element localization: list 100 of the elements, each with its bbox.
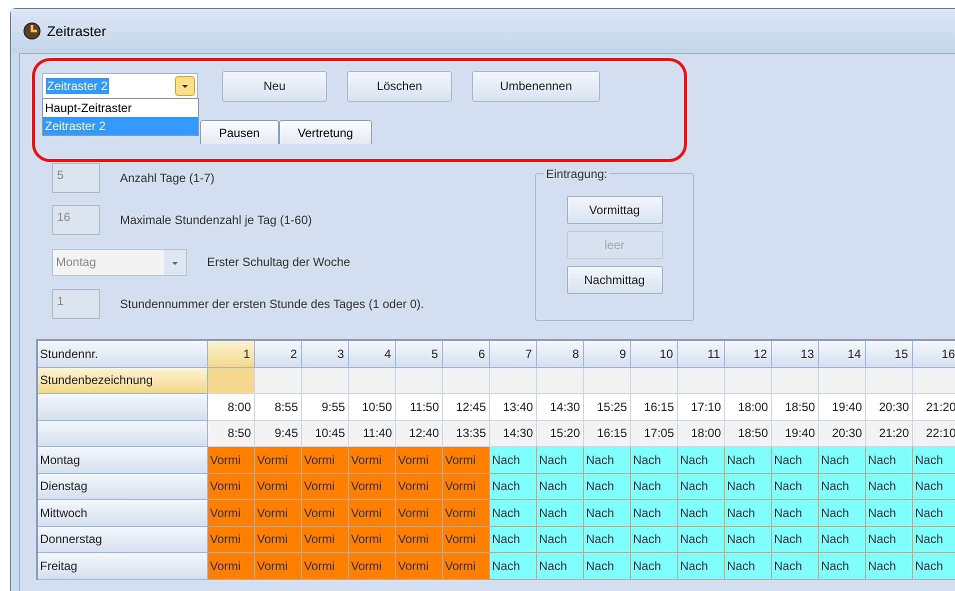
period-cell: Vormi (349, 447, 396, 474)
name-cell (772, 368, 819, 394)
period-cell: Nach (631, 500, 678, 526)
name-cell (443, 368, 490, 394)
period-cell: Vormi (443, 500, 490, 526)
period-cell: Nach (913, 500, 955, 526)
name-cell (302, 368, 349, 394)
time-cell: 11:40 (349, 420, 396, 447)
period-cell: Vormi (302, 447, 349, 474)
entry-button[interactable]: Nachmittag (566, 266, 662, 294)
period-cell: Vormi (443, 474, 490, 500)
window-title: Zeitraster (47, 22, 106, 40)
time-cell: 20:30 (866, 394, 913, 420)
period-cell: Vormi (255, 553, 302, 580)
period-cell: Vormi (208, 474, 255, 500)
time-cell: 12:45 (443, 394, 490, 420)
time-cell: 8:50 (208, 420, 255, 447)
entry-button[interactable]: Vormittag (566, 196, 662, 224)
name-cell (349, 368, 396, 394)
period-cell: Nach (584, 500, 631, 526)
period-cell: Nach (490, 553, 537, 580)
period-cell: Nach (678, 447, 725, 474)
period-cell: Vormi (302, 526, 349, 553)
setting-label: Stundennummer der ersten Stunde des Tages (1 oder 0). (120, 296, 424, 313)
period-cell: Vormi (396, 500, 443, 526)
column-header: 4 (349, 341, 396, 368)
period-cell: Nach (772, 447, 819, 474)
column-header: 8 (537, 341, 584, 368)
name-cell (396, 368, 443, 394)
period-cell: Nach (772, 474, 819, 500)
period-cell: Vormi (443, 553, 490, 580)
time-cell: 20:30 (819, 420, 866, 447)
column-header: 3 (302, 341, 349, 368)
period-cell: Nach (537, 526, 584, 553)
toolbar-button[interactable]: Löschen (347, 70, 452, 102)
period-cell: Nach (631, 474, 678, 500)
name-cell (819, 368, 866, 394)
setting-label: Anzahl Tage (1-7) (120, 170, 214, 187)
period-cell: Vormi (255, 500, 302, 526)
period-cell: Nach (913, 526, 955, 553)
period-cell: Nach (678, 553, 725, 580)
row-header: Montag (38, 447, 208, 474)
time-cell: 8:00 (208, 394, 255, 420)
column-header: 9 (584, 341, 631, 368)
column-header: 11 (678, 341, 725, 368)
time-cell: 9:55 (302, 394, 349, 420)
period-cell: Vormi (396, 526, 443, 553)
period-cell: Nach (584, 447, 631, 474)
period-cell: Nach (913, 474, 955, 500)
time-cell: 13:35 (443, 420, 490, 447)
time-cell: 10:45 (302, 420, 349, 447)
period-cell: Nach (725, 474, 772, 500)
time-cell: 12:40 (396, 420, 443, 447)
column-header: 6 (443, 341, 490, 368)
period-cell: Nach (866, 474, 913, 500)
period-cell: Vormi (302, 474, 349, 500)
period-cell: Nach (725, 447, 772, 474)
period-cell: Nach (584, 526, 631, 553)
toolbar-button[interactable]: Neu (222, 70, 327, 102)
column-header: 13 (772, 341, 819, 368)
column-header: 7 (490, 341, 537, 368)
period-cell: Nach (490, 526, 537, 553)
column-header: 5 (396, 341, 443, 368)
name-cell (490, 368, 537, 394)
period-cell: Nach (678, 474, 725, 500)
time-cell: 16:15 (584, 420, 631, 447)
column-header: 14 (819, 341, 866, 368)
tab[interactable]: Pausen (200, 120, 279, 144)
time-cell: 17:05 (631, 420, 678, 447)
dropdown-option[interactable]: Haupt-Zeitraster (43, 99, 198, 117)
name-cell (678, 368, 725, 394)
time-cell: 19:40 (772, 420, 819, 447)
period-cell: Vormi (443, 526, 490, 553)
period-cell: Vormi (208, 526, 255, 553)
column-header: 12 (725, 341, 772, 368)
period-cell: Nach (490, 447, 537, 474)
name-cell (725, 368, 772, 394)
name-cell (537, 368, 584, 394)
period-cell: Nach (678, 500, 725, 526)
period-cell: Nach (678, 526, 725, 553)
period-cell: Nach (866, 526, 913, 553)
period-cell: Nach (725, 500, 772, 526)
time-cell: 18:50 (772, 394, 819, 420)
tab[interactable]: Vertretung (278, 120, 372, 144)
name-cell (584, 368, 631, 394)
period-cell: Vormi (349, 553, 396, 580)
time-cell: 11:50 (396, 394, 443, 420)
period-cell: Vormi (443, 447, 490, 474)
period-cell: Nach (866, 447, 913, 474)
time-cell: 9:45 (255, 420, 302, 447)
period-cell: Vormi (255, 526, 302, 553)
period-cell: Nach (819, 553, 866, 580)
period-cell: Nach (819, 526, 866, 553)
toolbar-button[interactable]: Umbenennen (472, 70, 600, 102)
row-header: Stundenbezeichnung (38, 368, 208, 394)
period-cell: Nach (631, 447, 678, 474)
period-cell: Nach (772, 526, 819, 553)
period-cell: Nach (537, 447, 584, 474)
period-cell: Vormi (349, 474, 396, 500)
clock-icon (23, 22, 41, 40)
